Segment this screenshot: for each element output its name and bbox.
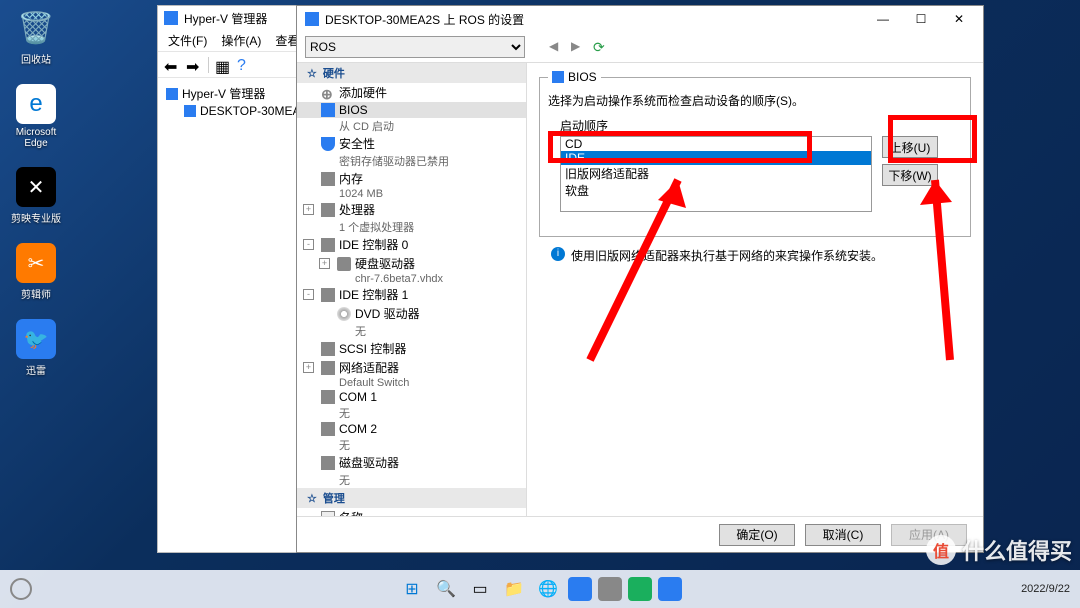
tree-com1-sub: 无 bbox=[297, 405, 526, 421]
cancel-button[interactable]: 取消(C) bbox=[805, 524, 881, 546]
ok-button[interactable]: 确定(O) bbox=[719, 524, 795, 546]
taskbar-app4[interactable] bbox=[658, 577, 682, 601]
tree-floppy-sub: 无 bbox=[297, 472, 526, 488]
tree-mgmt-name[interactable]: 名称 bbox=[297, 508, 526, 516]
settings-tree: ☆硬件 ⊕添加硬件 BIOS 从 CD 启动 安全性 密钥存储驱动器已禁用 内存… bbox=[297, 63, 527, 516]
tree-memory-sub: 1024 MB bbox=[297, 188, 526, 200]
nav-prev-icon[interactable]: ◀ bbox=[549, 39, 565, 55]
taskbar-search-icon[interactable]: 🔍 bbox=[432, 575, 460, 603]
recycle-bin-icon[interactable]: 🗑️回收站 bbox=[8, 8, 64, 66]
tree-ide0[interactable]: -IDE 控制器 0 bbox=[297, 235, 526, 254]
toolbar-help-icon[interactable]: ? bbox=[237, 57, 253, 73]
cortana-icon[interactable] bbox=[10, 578, 32, 600]
hyperv-title-text: Hyper-V 管理器 bbox=[184, 10, 267, 27]
nav-next-icon[interactable]: ▶ bbox=[571, 39, 587, 55]
tree-memory[interactable]: 内存 bbox=[297, 169, 526, 188]
boot-item-legacy-net[interactable]: 旧版网络适配器 bbox=[561, 165, 871, 182]
vm-settings-dialog: DESKTOP-30MEA2S 上 ROS 的设置 — ☐ ✕ ROS ◀ ▶ … bbox=[296, 5, 984, 553]
taskbar-explorer-icon[interactable]: 📁 bbox=[500, 575, 528, 603]
refresh-icon[interactable]: ⟳ bbox=[593, 39, 609, 55]
taskbar-app3[interactable] bbox=[628, 577, 652, 601]
jianying-icon[interactable]: ✂剪辑师 bbox=[8, 243, 64, 301]
tree-com2-sub: 无 bbox=[297, 437, 526, 453]
move-down-button[interactable]: 下移(W) bbox=[882, 164, 938, 186]
taskbar: ⊞ 🔍 ▭ 📁 🌐 2022/9/22 bbox=[0, 570, 1080, 608]
watermark: 值 什么值得买 bbox=[926, 534, 1072, 566]
info-icon: i bbox=[551, 247, 565, 261]
toolbar-icon[interactable]: ▦ bbox=[215, 57, 231, 73]
tree-ide0-hd-sub: chr-7.6beta7.vhdx bbox=[297, 273, 526, 285]
tree-ide1-dvd[interactable]: DVD 驱动器 bbox=[297, 304, 526, 323]
annotation-box-ide bbox=[548, 131, 812, 163]
tree-security[interactable]: 安全性 bbox=[297, 134, 526, 153]
tree-ide1-dvd-sub: 无 bbox=[297, 323, 526, 339]
section-hardware: ☆硬件 bbox=[297, 63, 526, 83]
vm-select[interactable]: ROS bbox=[305, 36, 525, 58]
bios-info-text: 使用旧版网络适配器来执行基于网络的来宾操作系统安装。 bbox=[571, 247, 883, 264]
dialog-title-text: DESKTOP-30MEA2S 上 ROS 的设置 bbox=[325, 11, 524, 28]
tree-com1[interactable]: COM 1 bbox=[297, 389, 526, 405]
bios-desc: 选择为启动操作系统而检查启动设备的顺序(S)。 bbox=[548, 92, 962, 109]
tree-add-hardware[interactable]: ⊕添加硬件 bbox=[297, 83, 526, 102]
maximize-button[interactable]: ☐ bbox=[905, 6, 937, 32]
minimize-button[interactable]: — bbox=[867, 6, 899, 32]
xunlei-icon[interactable]: 🐦迅雷 bbox=[8, 319, 64, 377]
menu-file[interactable]: 文件(F) bbox=[162, 30, 213, 51]
capcut-icon[interactable]: ✕剪映专业版 bbox=[8, 167, 64, 225]
menu-action[interactable]: 操作(A) bbox=[215, 30, 267, 51]
dialog-toolbar: ROS ◀ ▶ ⟳ bbox=[297, 32, 983, 62]
boot-item-floppy[interactable]: 软盘 bbox=[561, 182, 871, 199]
taskbar-edge-icon[interactable]: 🌐 bbox=[534, 575, 562, 603]
annotation-box-moveup bbox=[888, 115, 977, 163]
hyperv-icon bbox=[164, 11, 178, 25]
watermark-text: 什么值得买 bbox=[962, 534, 1072, 566]
tree-cpu-sub: 1 个虚拟处理器 bbox=[297, 219, 526, 235]
tree-bios[interactable]: BIOS bbox=[297, 102, 526, 118]
desktop-icons: 🗑️回收站 eMicrosoft Edge ✕剪映专业版 ✂剪辑师 🐦迅雷 bbox=[8, 8, 64, 377]
tree-ide1[interactable]: -IDE 控制器 1 bbox=[297, 285, 526, 304]
edge-icon[interactable]: eMicrosoft Edge bbox=[8, 84, 64, 149]
taskbar-clock[interactable]: 2022/9/22 bbox=[1021, 583, 1070, 596]
dialog-titlebar[interactable]: DESKTOP-30MEA2S 上 ROS 的设置 — ☐ ✕ bbox=[297, 6, 983, 32]
taskbar-taskview-icon[interactable]: ▭ bbox=[466, 575, 494, 603]
taskbar-app1[interactable] bbox=[568, 577, 592, 601]
tree-net[interactable]: +网络适配器 bbox=[297, 358, 526, 377]
tree-com2[interactable]: COM 2 bbox=[297, 421, 526, 437]
toolbar-fwd-icon[interactable]: ➡ bbox=[186, 57, 202, 73]
bios-info-row: i 使用旧版网络适配器来执行基于网络的来宾操作系统安装。 bbox=[551, 247, 971, 264]
section-management: ☆管理 bbox=[297, 488, 526, 508]
tree-security-sub: 密钥存储驱动器已禁用 bbox=[297, 153, 526, 169]
tree-net-sub: Default Switch bbox=[297, 377, 526, 389]
tree-floppy[interactable]: 磁盘驱动器 bbox=[297, 453, 526, 472]
dialog-footer: 确定(O) 取消(C) 应用(A) bbox=[297, 516, 983, 552]
toolbar-back-icon[interactable]: ⬅ bbox=[164, 57, 180, 73]
watermark-icon: 值 bbox=[926, 535, 956, 565]
bios-panel-title: BIOS bbox=[568, 70, 597, 84]
dialog-icon bbox=[305, 12, 319, 26]
tree-cpu[interactable]: +处理器 bbox=[297, 200, 526, 219]
start-button[interactable]: ⊞ bbox=[398, 575, 426, 603]
tree-scsi[interactable]: SCSI 控制器 bbox=[297, 339, 526, 358]
tree-bios-sub: 从 CD 启动 bbox=[297, 118, 526, 134]
tree-ide0-hd[interactable]: +硬盘驱动器 bbox=[297, 254, 526, 273]
taskbar-app2[interactable] bbox=[598, 577, 622, 601]
close-button[interactable]: ✕ bbox=[943, 6, 975, 32]
